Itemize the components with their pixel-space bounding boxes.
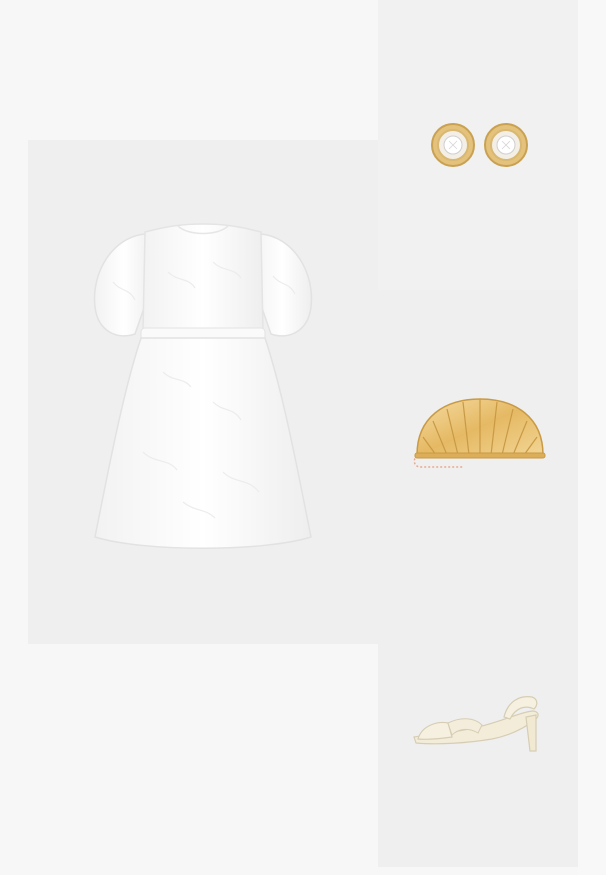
product-tile-sandal[interactable] [378,577,578,867]
white-puff-sleeve-dress-image [93,223,313,549]
outfit-board [0,0,606,875]
product-tile-clutch[interactable] [378,290,578,577]
cream-slingback-sandal-image [413,696,539,752]
product-tile-earrings[interactable] [378,0,578,290]
product-tile-dress[interactable] [28,140,378,644]
right-gutter [578,0,606,875]
gold-shell-clutch-image [413,397,546,468]
gold-crystal-stud-earrings-image [431,123,528,167]
